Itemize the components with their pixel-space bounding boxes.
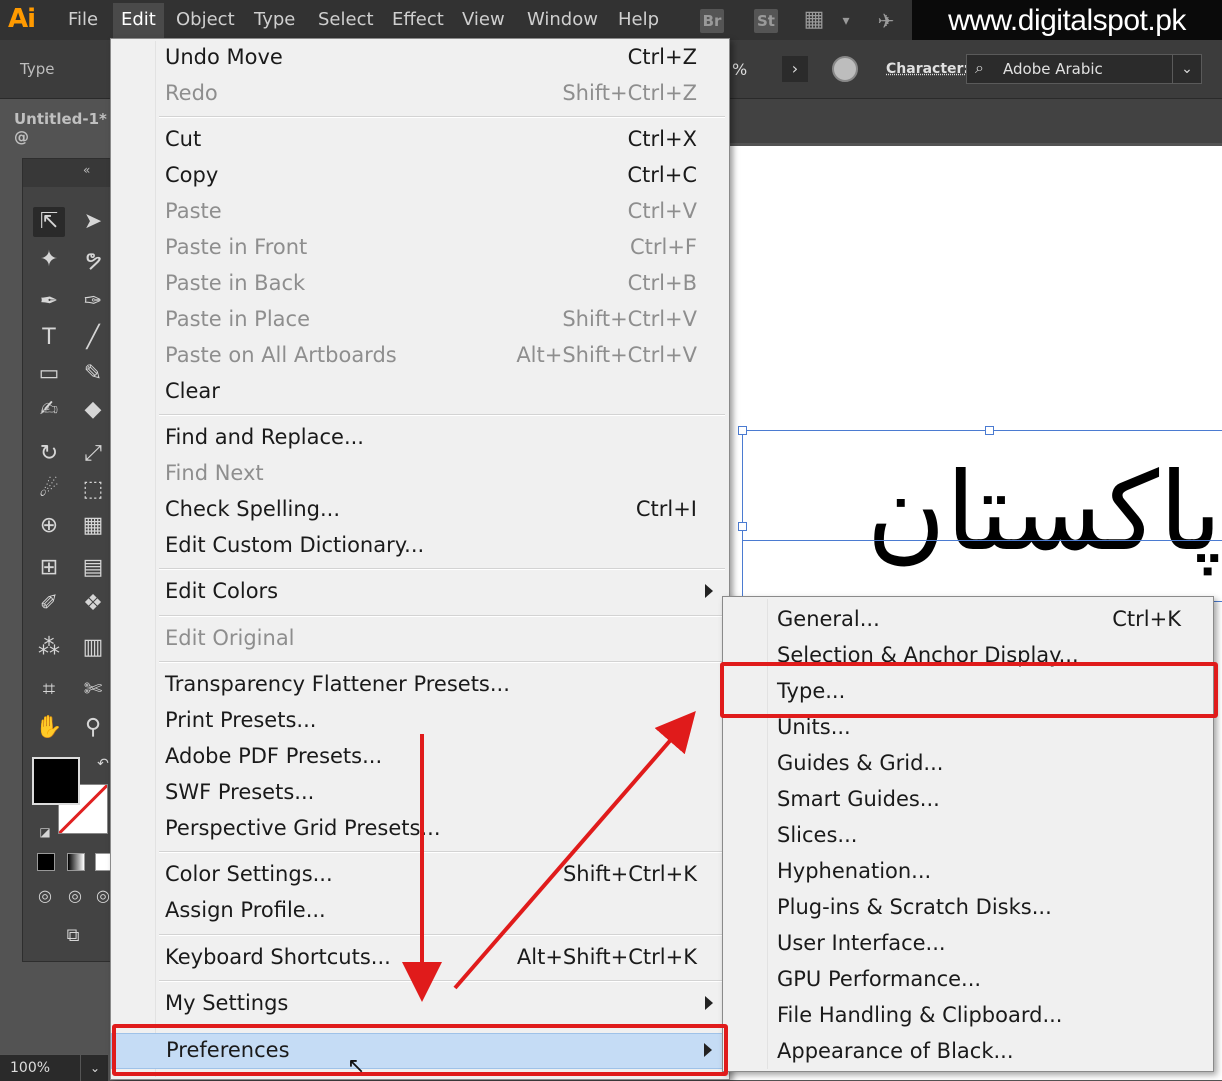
up-arrow-icon (453, 710, 696, 990)
annotation-arrows (402, 710, 696, 1002)
mouse-cursor-icon: ↖ (347, 1054, 366, 1079)
